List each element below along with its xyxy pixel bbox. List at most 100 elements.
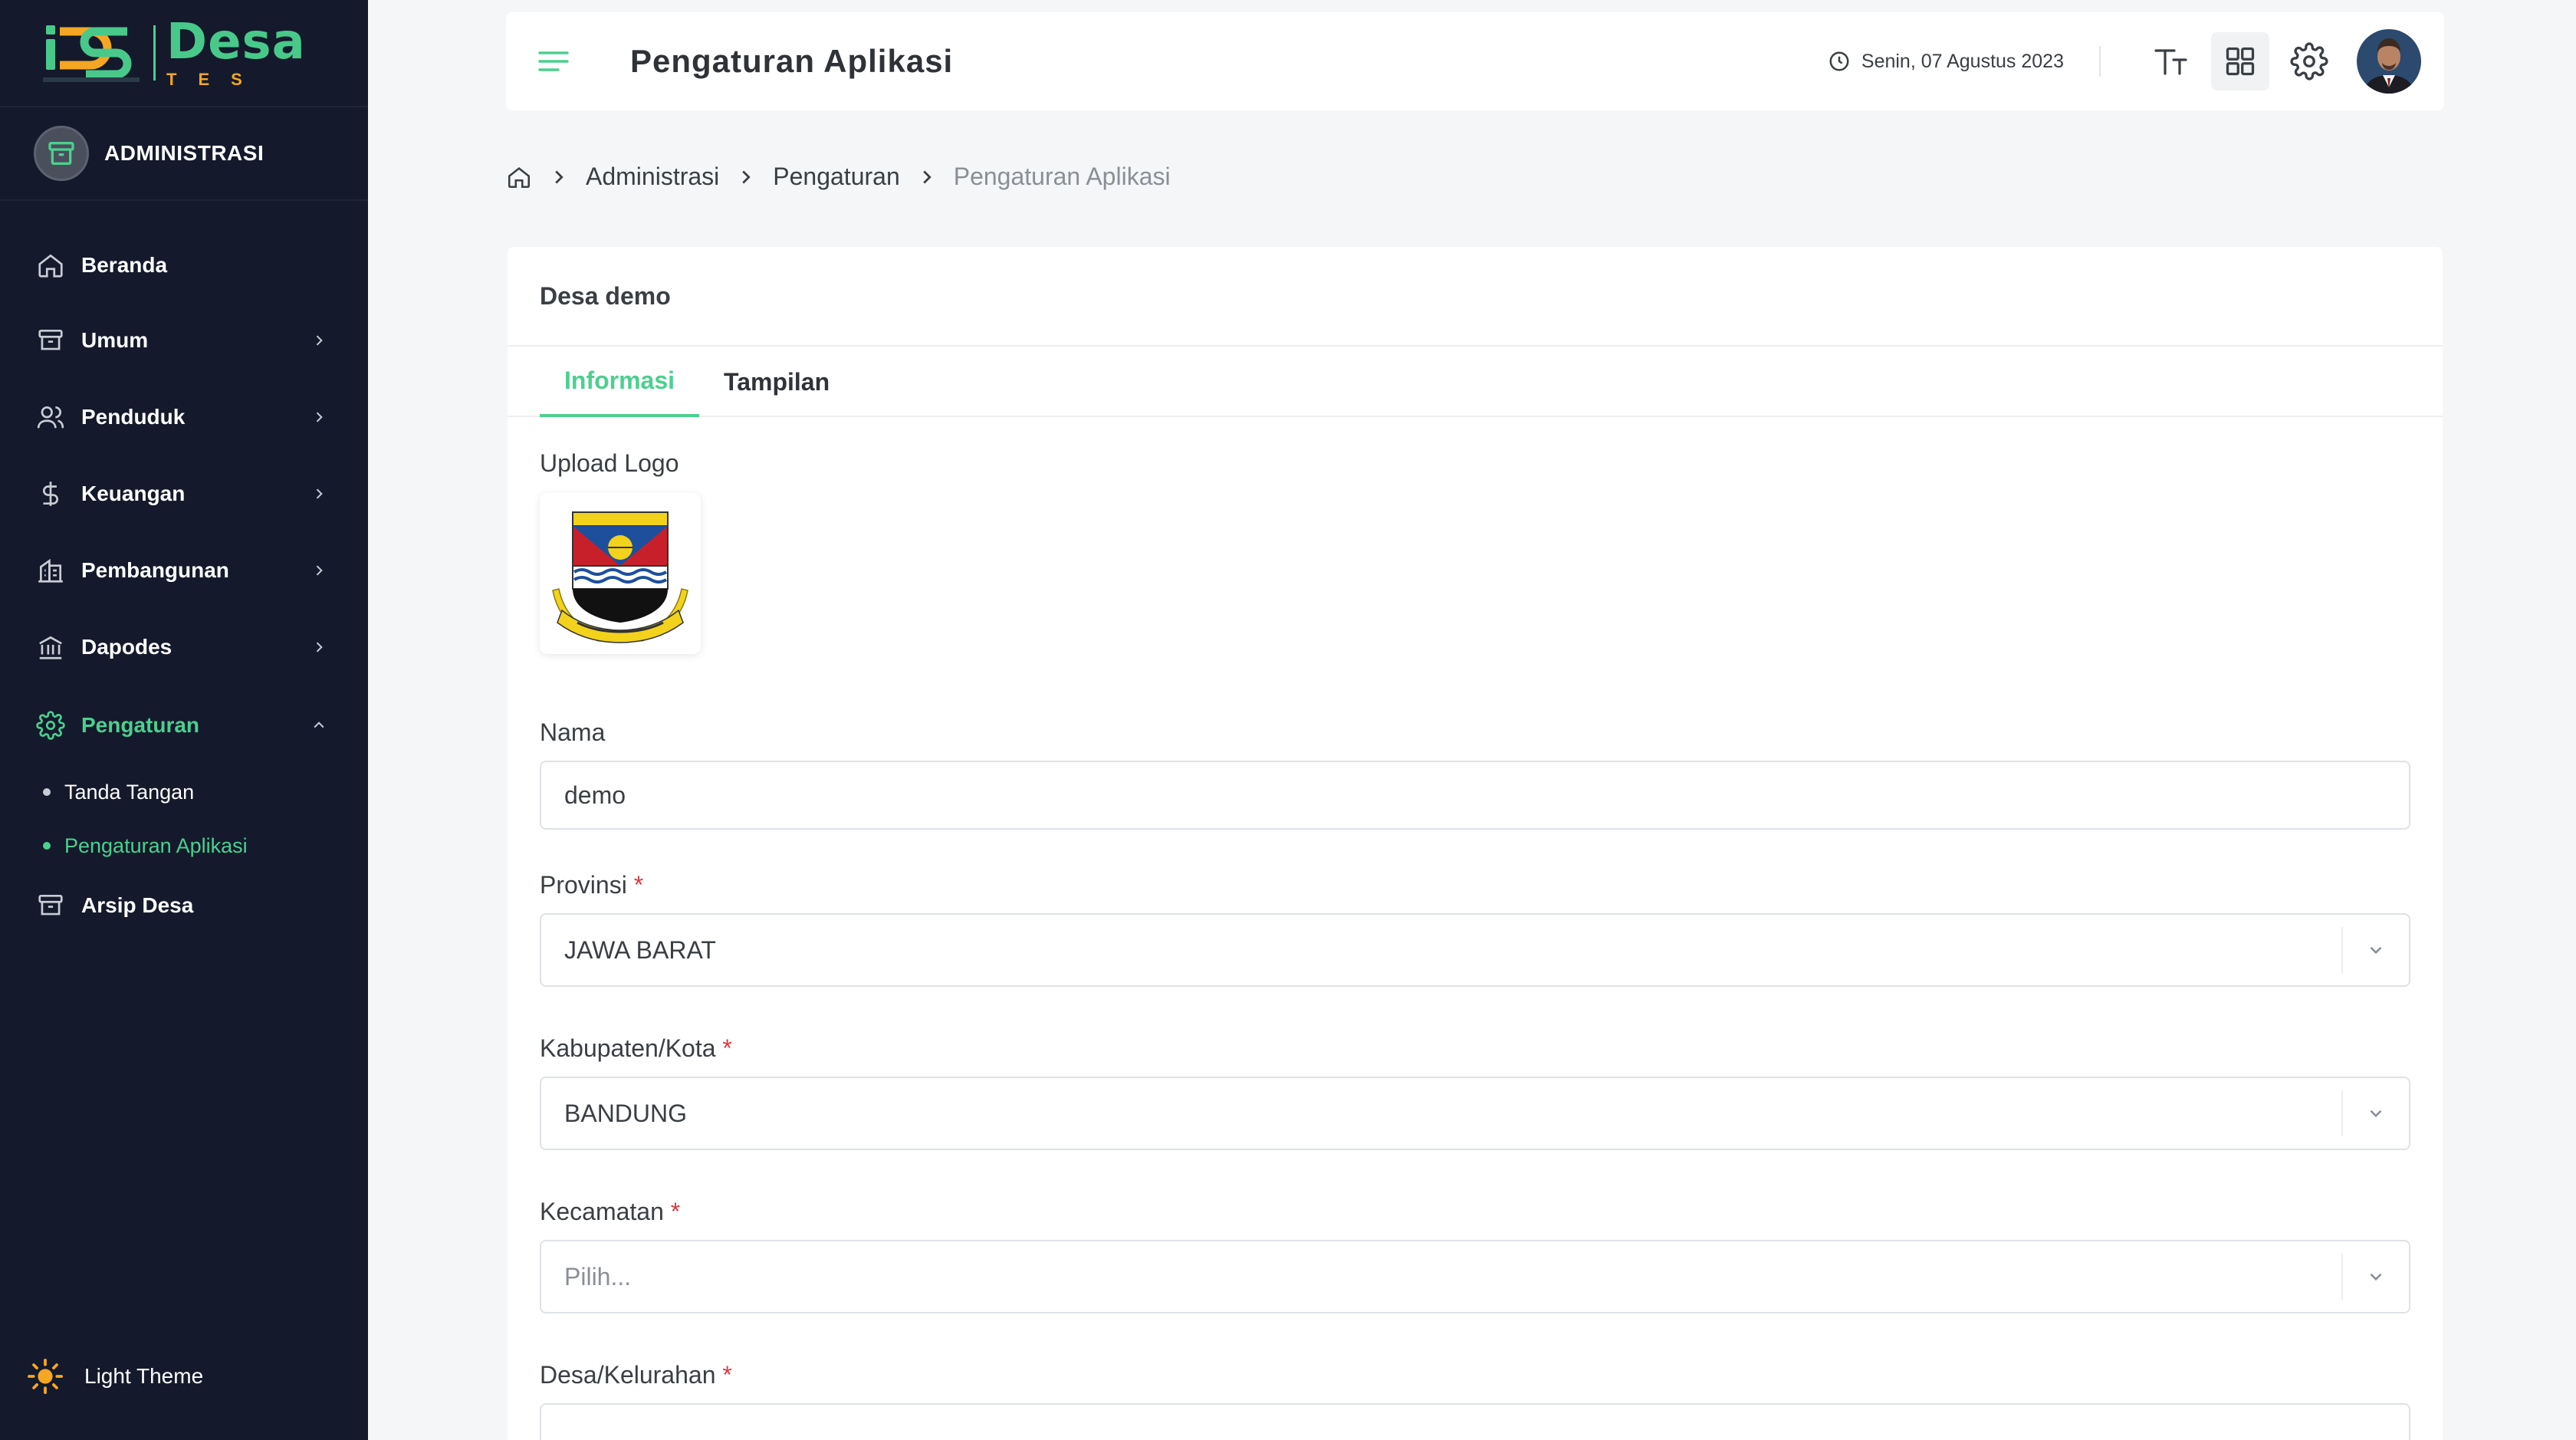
nama-label: Nama [540, 718, 606, 746]
building-icon [34, 554, 67, 587]
required-asterisk: * [633, 871, 644, 899]
bullet-icon [43, 788, 51, 796]
archive-icon [34, 889, 67, 922]
sidebar-item-penduduk[interactable]: Penduduk [0, 379, 368, 455]
kecamatan-placeholder: Pilih... [564, 1262, 632, 1290]
app-logo[interactable]: Desa TES [0, 0, 368, 107]
hamburger-icon [538, 51, 569, 71]
nama-input[interactable]: demo [540, 761, 2410, 830]
breadcrumb: Administrasi Pengaturan Pengaturan Aplik… [506, 163, 1171, 191]
sidebar-subitem-label: Pengaturan Aplikasi [64, 833, 248, 857]
sidebar-nav: Beranda Umum Penduduk Keuangan Pembangun… [0, 201, 368, 939]
desa-label-text: Desa/Kelurahan [540, 1361, 716, 1389]
chevron-up-icon [310, 716, 328, 735]
gear-icon [34, 708, 67, 742]
kecamatan-label: Kecamatan * [540, 1198, 2410, 1226]
home-icon [34, 248, 67, 282]
sidebar-item-dapodes[interactable]: Dapodes [0, 609, 368, 685]
kabupaten-value: BANDUNG [564, 1099, 688, 1127]
chevron-right-icon [310, 561, 328, 580]
sidebar-item-label: Umum [81, 328, 149, 352]
sidebar-item-label: Penduduk [81, 405, 186, 429]
kabupaten-select[interactable]: BANDUNG [540, 1077, 2410, 1150]
bullet-icon [43, 842, 51, 850]
role-label: ADMINISTRASI [104, 141, 264, 165]
gear-icon [2290, 42, 2328, 81]
chevron-right-icon [310, 331, 328, 350]
breadcrumb-item[interactable]: Pengaturan [773, 163, 899, 191]
sidebar: Desa TES ADMINISTRASI Beranda Umum Pendu… [0, 0, 368, 1440]
archive-icon [34, 324, 67, 357]
kecamatan-label-text: Kecamatan [540, 1198, 664, 1225]
sidebar-item-label: Arsip Desa [81, 893, 194, 917]
settings-form: Upload Logo Nama demo Provinsi * JAWA BA… [508, 449, 2443, 1440]
dollar-icon [34, 477, 67, 511]
text-size-icon [2154, 49, 2187, 75]
desa-select[interactable] [540, 1403, 2410, 1440]
logo-divider [153, 25, 156, 81]
required-asterisk: * [722, 1361, 732, 1389]
apps-grid-button[interactable] [2211, 32, 2269, 90]
sidebar-item-label: Pengaturan [81, 713, 200, 737]
topbar-divider [2099, 46, 2101, 77]
sun-icon [28, 1359, 64, 1394]
sidebar-item-umum[interactable]: Umum [0, 302, 368, 379]
grid-icon [2226, 47, 2255, 76]
tab-tampilan[interactable]: Tampilan [699, 347, 854, 417]
theme-label: Light Theme [84, 1364, 204, 1388]
breadcrumb-item[interactable]: Administrasi [586, 163, 719, 191]
chevron-right-icon [923, 170, 932, 183]
breadcrumb-current: Pengaturan Aplikasi [953, 163, 1171, 190]
home-icon[interactable] [506, 164, 532, 190]
sidebar-item-label: Pembangunan [81, 558, 229, 582]
settings-button[interactable] [2280, 32, 2338, 90]
kabupaten-label-text: Kabupaten/Kota [540, 1034, 716, 1062]
provinsi-value: JAWA BARAT [564, 935, 716, 964]
sidebar-subitem-tanda-tangan[interactable]: Tanda Tangan [0, 765, 368, 819]
sidebar-item-pengaturan[interactable]: Pengaturan [0, 685, 368, 765]
users-icon [34, 400, 67, 434]
village-emblem-icon [552, 511, 688, 643]
chevron-down-icon [2343, 1103, 2409, 1123]
logo-title: Desa [166, 14, 306, 71]
tab-informasi[interactable]: Informasi [540, 347, 700, 417]
sidebar-item-beranda[interactable]: Beranda [0, 228, 368, 302]
user-avatar[interactable] [2357, 29, 2421, 94]
archive-box-icon [34, 126, 89, 181]
sidebar-item-label: Beranda [81, 253, 168, 277]
desa-label: Desa/Kelurahan * [540, 1361, 2410, 1389]
sidebar-item-keuangan[interactable]: Keuangan [0, 455, 368, 532]
sidebar-item-pembangunan[interactable]: Pembangunan [0, 532, 368, 609]
chevron-down-icon [2343, 1267, 2409, 1287]
upload-logo-label: Upload Logo [540, 449, 679, 477]
top-bar: Pengaturan Aplikasi Senin, 07 Agustus 20… [506, 12, 2444, 110]
chevron-right-icon [310, 485, 328, 503]
kabupaten-label: Kabupaten/Kota * [540, 1034, 2410, 1063]
theme-toggle[interactable]: Light Theme [28, 1359, 203, 1394]
kecamatan-select[interactable]: Pilih... [540, 1240, 2410, 1313]
tab-bar: Informasi Tampilan [508, 347, 2443, 417]
date-text: Senin, 07 Agustus 2023 [1861, 50, 2064, 72]
logo-upload[interactable] [540, 493, 701, 654]
role-switcher[interactable]: ADMINISTRASI [0, 107, 368, 201]
sidebar-item-label: Keuangan [81, 482, 186, 505]
required-asterisk: * [670, 1198, 681, 1225]
logo-subtitle: TES [166, 70, 264, 89]
required-asterisk: * [722, 1034, 732, 1062]
font-size-button[interactable] [2142, 32, 2200, 90]
chevron-right-icon [310, 408, 328, 426]
provinsi-select[interactable]: JAWA BARAT [540, 913, 2410, 987]
ids-logo-icon [43, 21, 143, 85]
sidebar-subitem-pengaturan-aplikasi[interactable]: Pengaturan Aplikasi [0, 819, 368, 873]
provinsi-label: Provinsi * [540, 871, 2410, 899]
card-title: Desa demo [540, 281, 671, 310]
current-date: Senin, 07 Agustus 2023 [1828, 50, 2064, 73]
bank-icon [34, 630, 67, 664]
settings-card: Desa demo Informasi Tampilan Upload Logo [508, 247, 2443, 1440]
sidebar-item-label: Dapodes [81, 635, 172, 659]
chevron-right-icon [742, 170, 751, 183]
chevron-right-icon [555, 170, 564, 183]
sidebar-item-arsip-desa[interactable]: Arsip Desa [0, 873, 368, 939]
sidebar-subitem-label: Tanda Tangan [64, 780, 195, 804]
menu-toggle-button[interactable] [532, 40, 575, 83]
